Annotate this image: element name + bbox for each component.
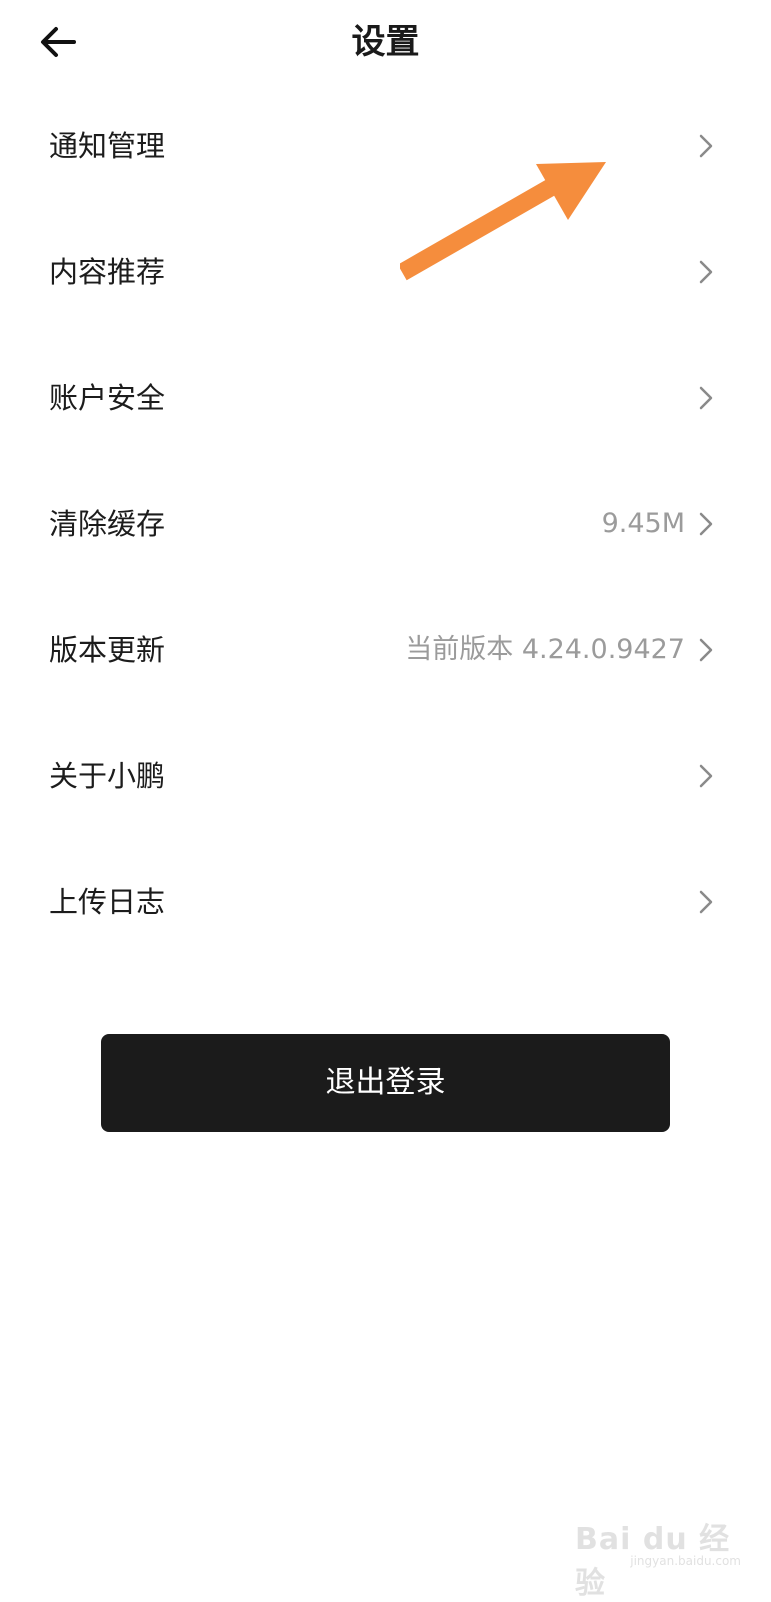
menu-item-about[interactable]: 关于小鹏	[0, 718, 771, 844]
chevron-right-icon	[699, 638, 713, 662]
menu-item-clear-cache[interactable]: 清除缓存 9.45M	[0, 466, 771, 592]
chevron-right-icon	[699, 890, 713, 914]
settings-menu: 通知管理 内容推荐 账户安全 清除缓存 9.45M 版本更新 当前版本 4.24…	[0, 88, 771, 970]
watermark-url: jingyan.baidu.com	[630, 1554, 741, 1568]
menu-item-label: 上传日志	[49, 885, 166, 919]
top-bar: 设置	[0, 0, 771, 88]
menu-item-version-update[interactable]: 版本更新 当前版本 4.24.0.9427	[0, 592, 771, 718]
menu-item-upload-logs[interactable]: 上传日志	[0, 844, 771, 970]
cache-size-value: 9.45M	[601, 508, 685, 539]
chevron-right-icon	[699, 134, 713, 158]
menu-item-notification-management[interactable]: 通知管理	[0, 88, 771, 214]
watermark-logo-text: Bai du 经验	[575, 1522, 731, 1601]
menu-item-label: 通知管理	[49, 129, 166, 163]
menu-item-label: 内容推荐	[49, 255, 166, 289]
chevron-right-icon	[699, 260, 713, 284]
menu-item-content-recommendation[interactable]: 内容推荐	[0, 214, 771, 340]
menu-item-label: 清除缓存	[49, 507, 166, 541]
current-version-value: 当前版本 4.24.0.9427	[405, 634, 685, 665]
menu-item-account-security[interactable]: 账户安全	[0, 340, 771, 466]
chevron-right-icon	[699, 386, 713, 410]
page-title: 设置	[351, 22, 420, 62]
chevron-right-icon	[699, 512, 713, 536]
logout-button[interactable]: 退出登录	[101, 1034, 670, 1132]
menu-item-label: 关于小鹏	[49, 759, 166, 793]
menu-item-label: 账户安全	[49, 381, 166, 415]
chevron-right-icon	[699, 764, 713, 788]
baidu-jingyan-watermark: Bai du 经验 jingyan.baidu.com	[575, 1508, 745, 1601]
menu-item-label: 版本更新	[49, 633, 166, 667]
